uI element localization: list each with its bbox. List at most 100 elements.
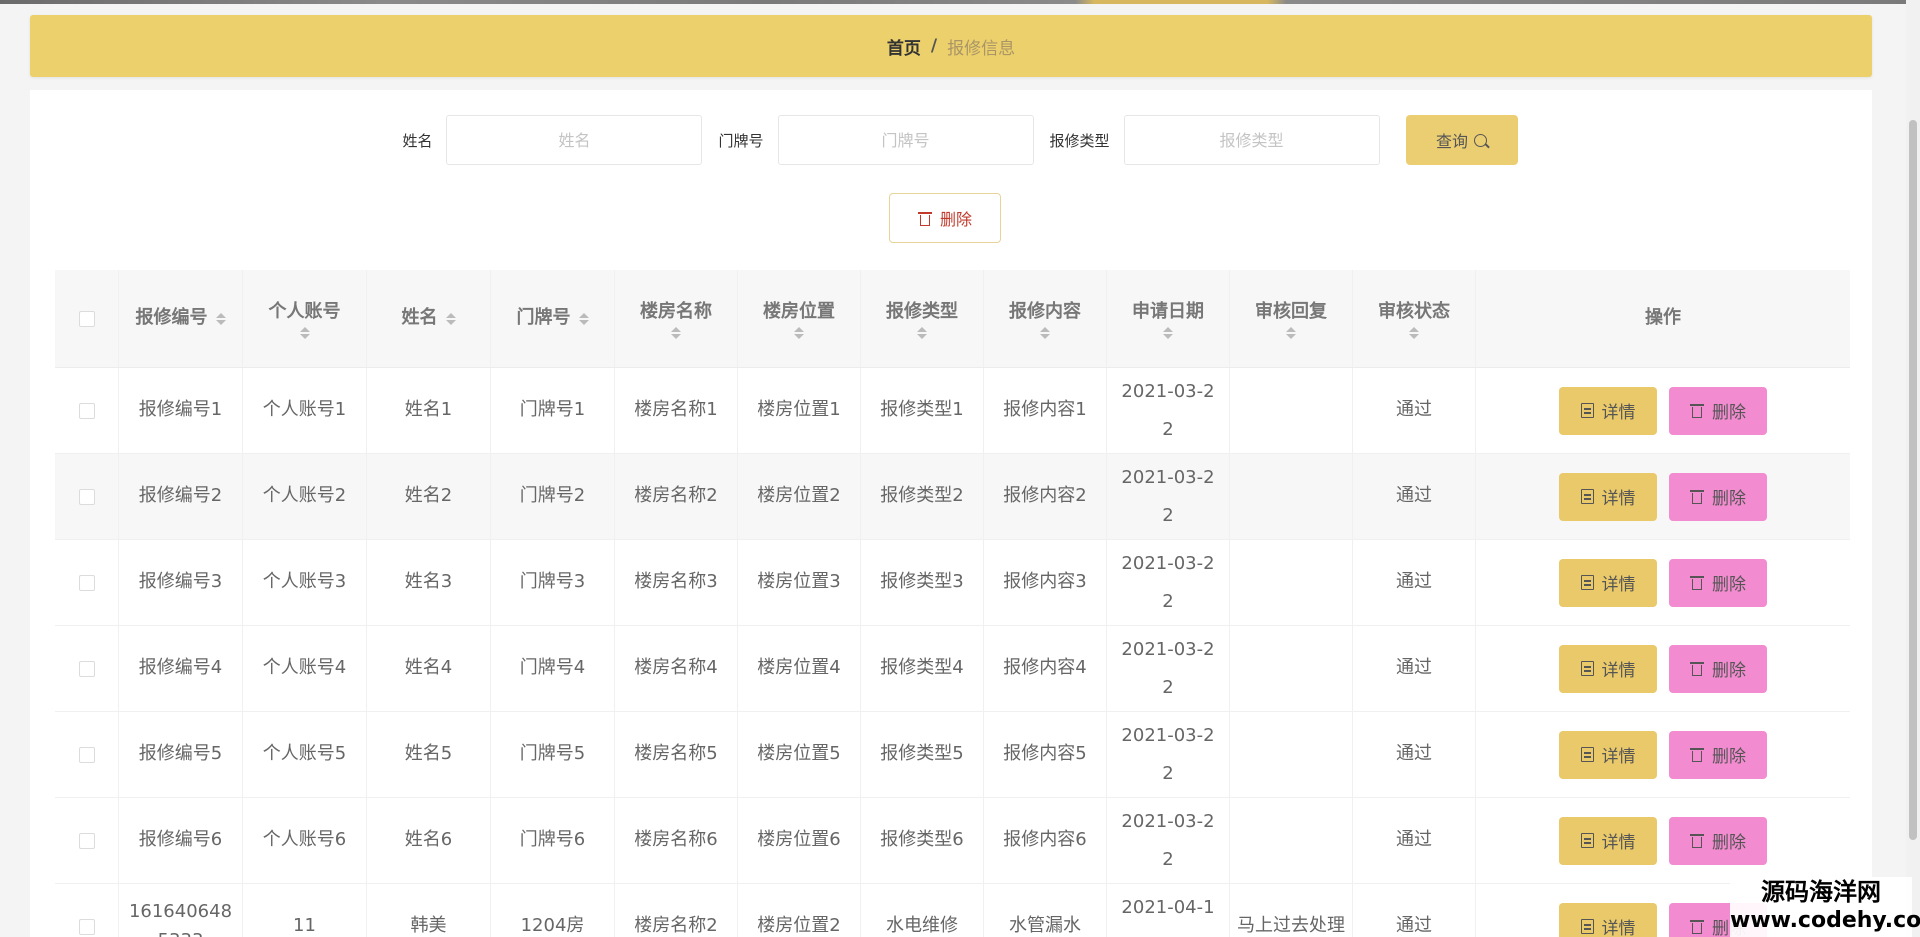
cell-building: 楼房名称6 [615, 798, 738, 883]
sort-icon[interactable] [671, 326, 681, 339]
name-label: 姓名 [402, 131, 433, 150]
name-input[interactable] [446, 115, 703, 165]
breadcrumb: 首页 / 报修信息 [30, 15, 1872, 77]
header-select-cell [55, 270, 119, 367]
document-icon [1580, 489, 1594, 504]
table-row: 报修编号5 个人账号5 姓名5 门牌号5 楼房名称5 楼房位置5 报修类型5 报… [55, 712, 1850, 798]
sort-icon[interactable] [1286, 326, 1296, 339]
cell-date: 2021-03-22 [1121, 638, 1215, 698]
header-account[interactable]: 个人账号 [243, 270, 367, 367]
sort-icon[interactable] [1040, 326, 1050, 339]
header-location[interactable]: 楼房位置 [738, 270, 861, 367]
cell-location: 楼房位置2 [738, 454, 861, 539]
header-name[interactable]: 姓名 [367, 270, 491, 367]
detail-button[interactable]: 详情 [1559, 902, 1657, 937]
cell-date: 2021-03-22 [1121, 552, 1215, 612]
trash-icon [917, 211, 932, 226]
cell-building: 楼房名称2 [615, 884, 738, 937]
cell-door: 门牌号1 [491, 368, 615, 453]
query-button[interactable]: 查询 [1405, 115, 1518, 165]
table-row: 报修编号4 个人账号4 姓名4 门牌号4 楼房名称4 楼房位置4 报修类型4 报… [55, 626, 1850, 712]
detail-button[interactable]: 详情 [1559, 386, 1657, 435]
header-door[interactable]: 门牌号 [491, 270, 615, 367]
cell-door: 1204房 [491, 884, 615, 937]
cell-door: 门牌号5 [491, 712, 615, 797]
repair-type-input[interactable] [1123, 115, 1380, 165]
delete-button[interactable]: 删除 [1669, 730, 1767, 779]
header-repair-id[interactable]: 报修编号 [119, 270, 243, 367]
cell-repair-id: 报修编号1 [119, 368, 243, 453]
header-actions: 操作 [1645, 307, 1681, 329]
door-input[interactable] [777, 115, 1034, 165]
sort-icon[interactable] [445, 312, 456, 325]
cell-repair-id: 报修编号5 [119, 712, 243, 797]
cell-reply [1230, 454, 1353, 539]
cell-account: 个人账号5 [243, 712, 367, 797]
cell-door: 门牌号3 [491, 540, 615, 625]
vertical-scrollbar[interactable] [1906, 0, 1920, 937]
row-checkbox[interactable] [78, 574, 95, 591]
document-icon [1580, 919, 1594, 934]
row-checkbox[interactable] [78, 488, 95, 505]
cell-reply [1230, 368, 1353, 453]
delete-button[interactable]: 删除 [1669, 386, 1767, 435]
sort-icon[interactable] [917, 326, 927, 339]
detail-button[interactable]: 详情 [1559, 816, 1657, 865]
header-repair-type[interactable]: 报修类型 [861, 270, 984, 367]
cell-date: 2021-03-22 [1121, 810, 1215, 870]
row-checkbox[interactable] [78, 402, 95, 419]
delete-button[interactable]: 删除 [1669, 472, 1767, 521]
detail-button[interactable]: 详情 [1559, 472, 1657, 521]
delete-button[interactable]: 删除 [1669, 816, 1767, 865]
detail-button[interactable]: 详情 [1559, 730, 1657, 779]
sort-icon[interactable] [215, 312, 226, 325]
cell-location: 楼房位置3 [738, 540, 861, 625]
table-row: 报修编号2 个人账号2 姓名2 门牌号2 楼房名称2 楼房位置2 报修类型2 报… [55, 454, 1850, 540]
watermark-title: 源码海洋网 [1761, 878, 1881, 906]
watermark: 源码海洋网 www.codehy.com [1730, 877, 1920, 937]
cell-name: 姓名5 [367, 712, 491, 797]
select-all-checkbox[interactable] [78, 310, 95, 327]
cell-repair-type: 报修类型1 [861, 368, 984, 453]
sort-icon[interactable] [1163, 326, 1173, 339]
cell-account: 个人账号1 [243, 368, 367, 453]
header-reply[interactable]: 审核回复 [1230, 270, 1353, 367]
header-status[interactable]: 审核状态 [1353, 270, 1476, 367]
header-content[interactable]: 报修内容 [984, 270, 1107, 367]
cell-building: 楼房名称2 [615, 454, 738, 539]
row-checkbox[interactable] [78, 746, 95, 763]
cell-status: 通过 [1353, 626, 1476, 711]
search-icon [1474, 133, 1488, 147]
row-checkbox[interactable] [78, 660, 95, 677]
bulk-delete-button[interactable]: 删除 [889, 193, 1001, 243]
delete-button[interactable]: 删除 [1669, 558, 1767, 607]
sort-icon[interactable] [1409, 326, 1419, 339]
cell-actions: 详情 删除 [1476, 454, 1850, 539]
row-checkbox[interactable] [78, 918, 95, 935]
delete-button[interactable]: 删除 [1669, 644, 1767, 693]
sort-icon[interactable] [794, 326, 804, 339]
cell-actions: 详情 删除 [1476, 368, 1850, 453]
cell-actions: 详情 删除 [1476, 798, 1850, 883]
document-icon [1580, 661, 1594, 676]
cell-status: 通过 [1353, 368, 1476, 453]
scrollbar-thumb[interactable] [1909, 120, 1917, 840]
breadcrumb-current: 报修信息 [947, 38, 1016, 59]
cell-repair-id: 报修编号3 [119, 540, 243, 625]
cell-name: 韩美 [367, 884, 491, 937]
cell-repair-type: 报修类型5 [861, 712, 984, 797]
breadcrumb-home[interactable]: 首页 [887, 34, 921, 59]
cell-status: 通过 [1353, 884, 1476, 937]
header-date[interactable]: 申请日期 [1107, 270, 1230, 367]
sort-icon[interactable] [299, 326, 310, 339]
header-building[interactable]: 楼房名称 [615, 270, 738, 367]
cell-content: 报修内容5 [984, 712, 1107, 797]
detail-button[interactable]: 详情 [1559, 644, 1657, 693]
sort-icon[interactable] [578, 312, 589, 325]
row-checkbox[interactable] [78, 832, 95, 849]
cell-status: 通过 [1353, 712, 1476, 797]
cell-building: 楼房名称3 [615, 540, 738, 625]
cell-account: 个人账号3 [243, 540, 367, 625]
detail-button[interactable]: 详情 [1559, 558, 1657, 607]
trash-icon [1690, 833, 1704, 848]
